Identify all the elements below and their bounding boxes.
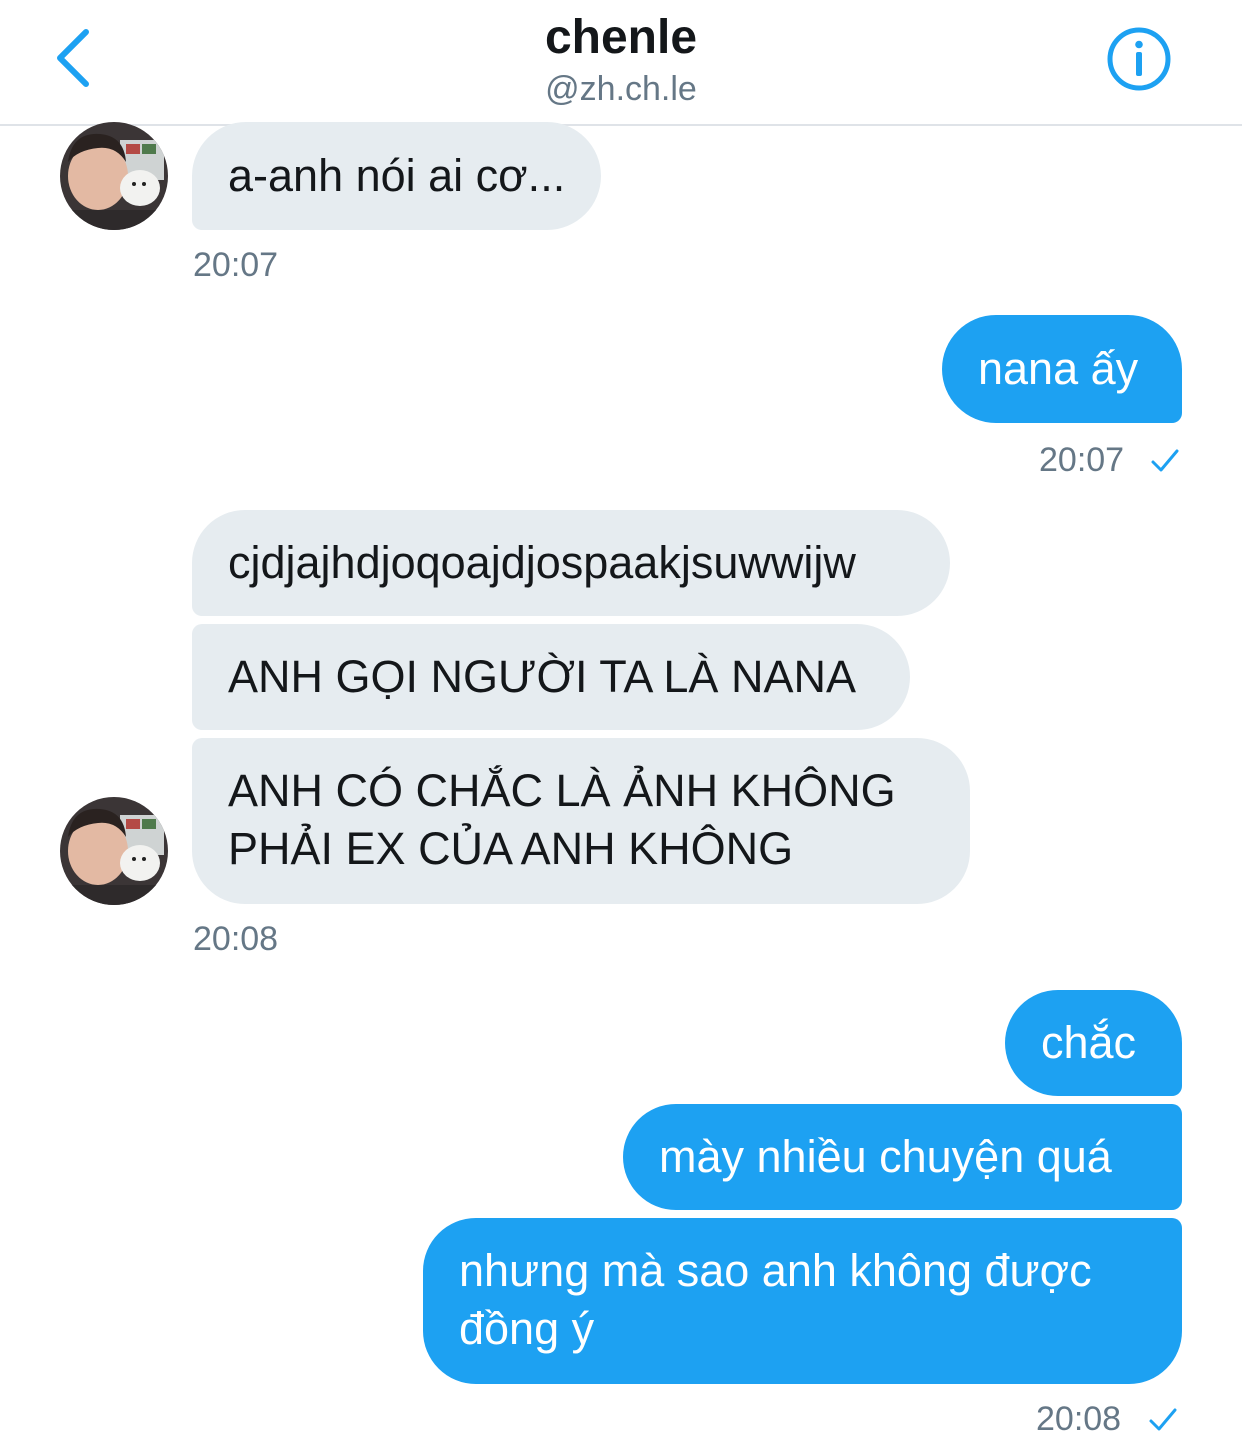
message-timestamp: 20:08 — [193, 920, 279, 958]
info-button[interactable] — [1106, 26, 1172, 92]
message-bubble-incoming[interactable]: ANH GỌI NGƯỜI TA LÀ NANA — [192, 624, 910, 730]
message-timestamp: 20:07 — [1039, 441, 1125, 479]
message-line: nhưng mà sao anh không được — [459, 1245, 1092, 1296]
avatar-photo — [60, 122, 168, 230]
message-bubble-outgoing[interactable]: mày nhiều chuyện quá — [623, 1104, 1182, 1210]
message-bubble-outgoing[interactable]: nana ấy — [942, 315, 1182, 423]
message-bubble-outgoing[interactable]: chắc — [1005, 990, 1182, 1096]
avatar[interactable] — [60, 122, 168, 230]
message-bubble-outgoing[interactable]: nhưng mà sao anh không được đồng ý — [423, 1218, 1182, 1384]
check-icon — [1151, 449, 1179, 472]
message-bubble-incoming[interactable]: cjdjajhdjoqoajdjospaakjsuwwijw — [192, 510, 950, 616]
message-timestamp: 20:08 — [1036, 1400, 1122, 1438]
check-icon — [1149, 1408, 1177, 1431]
message-line: đồng ý — [459, 1303, 595, 1354]
avatar[interactable] — [60, 797, 168, 905]
message-bubble-incoming[interactable]: ANH CÓ CHẮC LÀ ẢNH KHÔNG PHẢI EX CỦA ANH… — [192, 738, 970, 904]
avatar-photo — [60, 797, 168, 905]
message-line: ANH CÓ CHẮC LÀ ẢNH KHÔNG — [228, 765, 896, 816]
info-circle-icon — [1107, 27, 1171, 91]
conversation-handle: @zh.ch.le — [545, 70, 697, 108]
conversation-title[interactable]: chenle — [0, 10, 1242, 65]
conversation-header: chenle @zh.ch.le — [0, 0, 1242, 126]
message-timestamp: 20:07 — [193, 246, 279, 284]
message-line: PHẢI EX CỦA ANH KHÔNG — [228, 823, 794, 874]
message-bubble-incoming[interactable]: a-anh nói ai cơ... — [192, 122, 602, 230]
